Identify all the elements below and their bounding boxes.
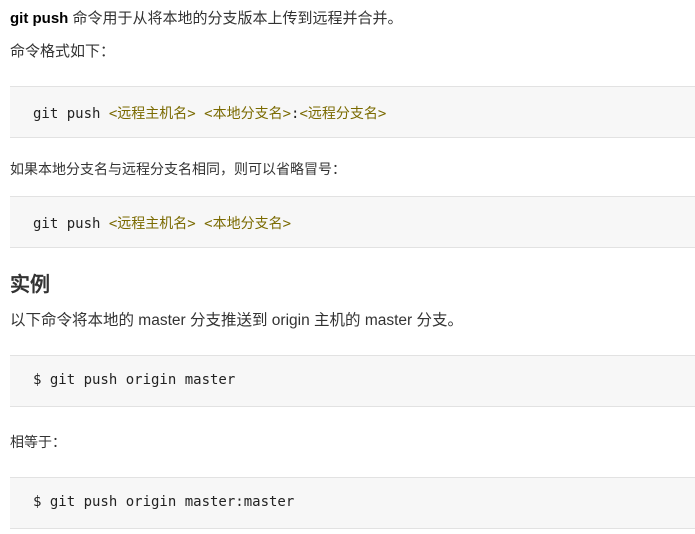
code-arg-local-branch: <本地分支名> — [204, 216, 292, 232]
same-name-note: 如果本地分支名与远程分支名相同，则可以省略冒号： — [10, 161, 346, 177]
code-block-example[interactable]: $ git push origin master — [10, 355, 695, 407]
code-arg-local-branch: <本地分支名> — [204, 106, 292, 122]
code-line: $ git push origin master:master — [33, 494, 295, 510]
code-command: git push — [33, 106, 109, 122]
example-heading: 实例 — [10, 274, 50, 296]
format-label: 命令格式如下： — [10, 43, 116, 60]
example-text: 以下命令将本地的 master 分支推送到 origin 主机的 master … — [10, 312, 463, 329]
code-block-short-format[interactable]: git push <远程主机名> <本地分支名> — [10, 196, 695, 248]
intro-command: git push — [10, 10, 69, 27]
intro-text: 命令用于从将本地的分支版本上传到远程并合并。 — [68, 10, 403, 27]
code-line: $ git push origin master — [33, 372, 236, 388]
code-line: git push <远程主机名> <本地分支名>:<远程分支名> — [33, 103, 386, 123]
code-block-equivalent[interactable]: $ git push origin master:master — [10, 477, 695, 529]
code-arg-remote-host: <远程主机名> — [108, 216, 196, 232]
code-block-format[interactable]: git push <远程主机名> <本地分支名>:<远程分支名> — [10, 86, 695, 138]
code-line: git push <远程主机名> <本地分支名> — [33, 213, 291, 233]
code-arg-remote-host: <远程主机名> — [108, 106, 196, 122]
code-arg-remote-branch: <远程分支名> — [299, 106, 387, 122]
equivalent-label: 相等于： — [10, 434, 66, 450]
code-command: git push — [33, 216, 109, 232]
intro-paragraph: git push 命令用于从将本地的分支版本上传到远程并合并。 — [10, 9, 695, 29]
